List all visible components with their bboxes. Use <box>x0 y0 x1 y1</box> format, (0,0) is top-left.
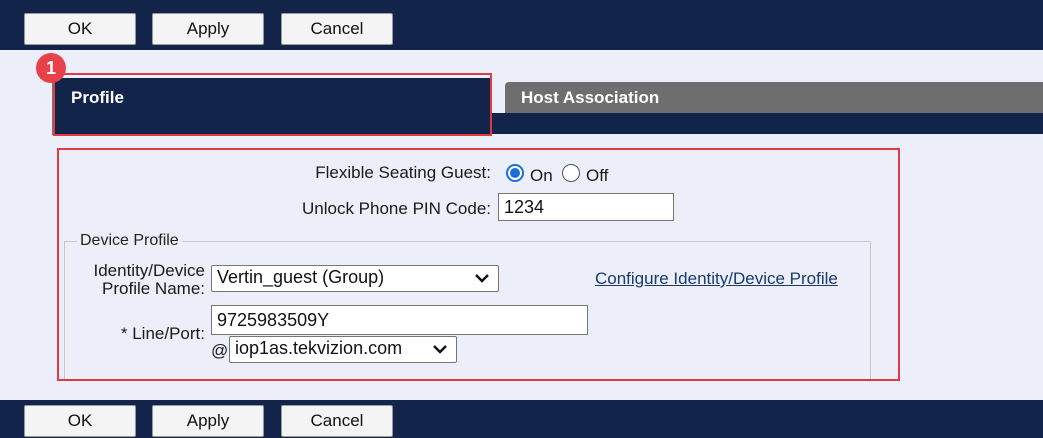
configure-profile-link[interactable]: Configure Identity/Device Profile <box>595 269 838 289</box>
cancel-button-bottom[interactable]: Cancel <box>281 405 393 437</box>
top-toolbar: OK Apply Cancel <box>0 0 1043 50</box>
chevron-down-icon <box>475 274 489 283</box>
apply-button[interactable]: Apply <box>152 13 264 45</box>
line-port-input[interactable] <box>211 305 588 335</box>
identity-profile-select[interactable]: Vertin_guest (Group) <box>211 265 499 292</box>
flexible-seating-label: Flexible Seating Guest: <box>315 163 491 182</box>
domain-select[interactable]: iop1as.tekvizion.com <box>229 336 457 363</box>
pin-input[interactable] <box>498 193 674 221</box>
ok-button-bottom[interactable]: OK <box>24 405 136 437</box>
line-port-label: * Line/Port: <box>120 324 205 343</box>
domain-value: iop1as.tekvizion.com <box>235 338 403 358</box>
identity-label-line1: Identity/Device <box>93 261 206 280</box>
tab-host-association[interactable]: Host Association <box>505 82 1043 113</box>
apply-button-bottom[interactable]: Apply <box>152 405 264 437</box>
device-profile-legend: Device Profile <box>80 232 179 249</box>
identity-profile-value: Vertin_guest (Group) <box>217 267 385 287</box>
step-badge: 1 <box>36 53 66 83</box>
cancel-button[interactable]: Cancel <box>281 13 393 45</box>
ok-button[interactable]: OK <box>24 13 136 45</box>
pin-label: Unlock Phone PIN Code: <box>302 199 491 218</box>
at-sign: @ <box>211 341 229 360</box>
radio-off[interactable] <box>562 164 580 182</box>
identity-label-line2: Profile Name: <box>102 279 205 298</box>
radio-off-label: Off <box>586 166 609 185</box>
identity-profile-label: Identity/Device Profile Name: <box>64 261 206 298</box>
chevron-down-icon <box>433 345 447 354</box>
radio-on[interactable] <box>506 164 524 182</box>
bottom-toolbar: OK Apply Cancel <box>0 400 1043 438</box>
tab-profile[interactable]: Profile <box>55 78 491 135</box>
radio-on-label: On <box>530 166 553 185</box>
